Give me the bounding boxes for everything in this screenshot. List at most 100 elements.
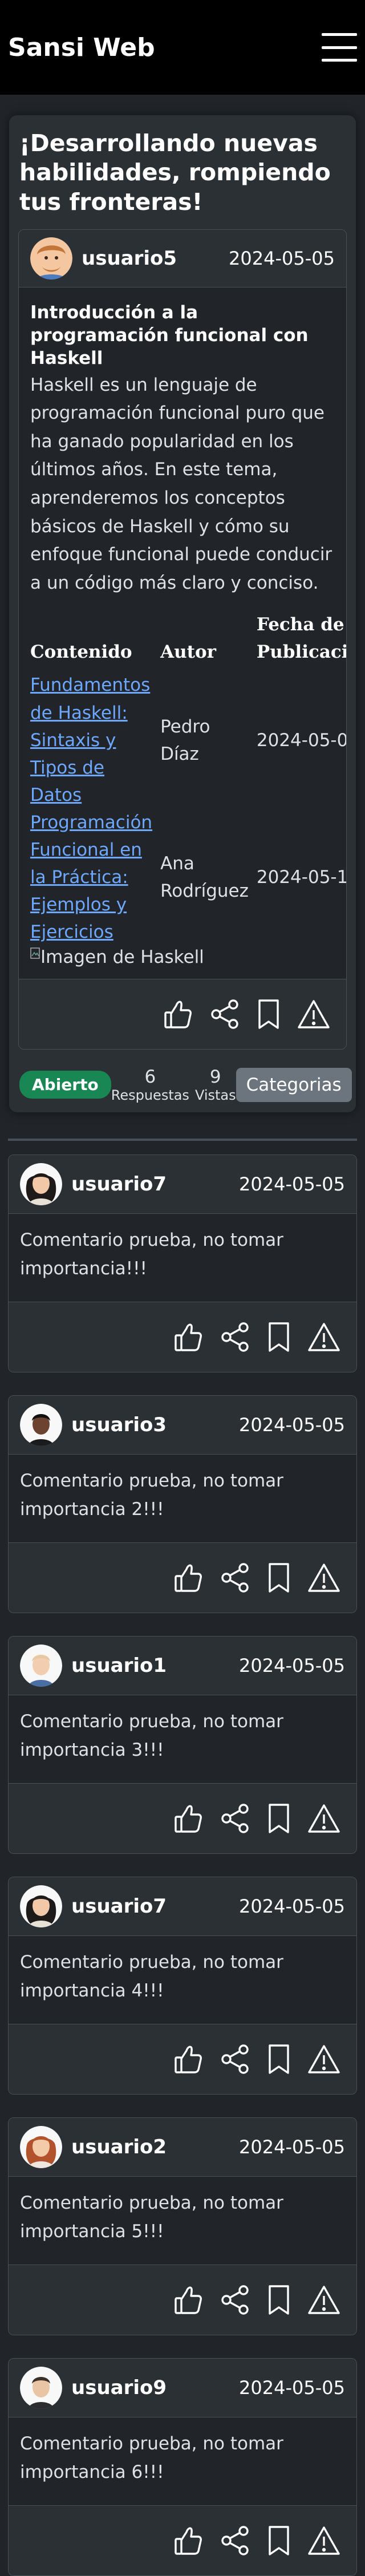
warning-icon[interactable] <box>307 2525 340 2556</box>
content-link[interactable]: Programación Funcional en la Práctica: E… <box>30 812 152 942</box>
bookmark-icon[interactable] <box>267 2285 290 2315</box>
comment-username[interactable]: usuario7 <box>71 1895 167 1918</box>
table-cell-author: Ana Rodríguez <box>160 853 249 901</box>
avatar[interactable] <box>20 1403 62 1446</box>
share-icon[interactable] <box>220 2044 250 2075</box>
warning-icon[interactable] <box>307 2044 340 2075</box>
comment-text: Comentario prueba, no tomar importancia … <box>20 1711 283 1760</box>
warning-icon[interactable] <box>307 1562 340 1593</box>
comment-body: Comentario prueba, no tomar importancia!… <box>9 1213 356 1302</box>
avatar[interactable] <box>20 1885 62 1927</box>
topic-stats: 6 Respuestas 9 Vistas <box>111 1067 236 1103</box>
bookmark-icon[interactable] <box>257 999 280 1030</box>
comment-header: usuario7 2024-05-05 <box>9 1155 356 1214</box>
views-stat: 9 Vistas <box>195 1067 236 1103</box>
comment-card: usuario1 2024-05-05 Comentario prueba, n… <box>8 1635 357 1854</box>
avatar[interactable] <box>20 1163 62 1205</box>
share-icon[interactable] <box>209 999 240 1030</box>
comment-actions <box>9 1542 356 1613</box>
topic-title: ¡Desarrollando nuevas habilidades, rompi… <box>19 129 331 216</box>
comment-header: usuario9 2024-05-05 <box>9 2358 356 2417</box>
table-cell-author: Pedro Díaz <box>160 716 210 764</box>
comment-card: usuario9 2024-05-05 Comentario prueba, n… <box>8 2358 357 2576</box>
bookmark-icon[interactable] <box>267 1322 290 1352</box>
navbar: Sansi Web <box>0 0 365 95</box>
broken-image: Imagen de Haskell <box>30 947 335 967</box>
thumbs-up-icon[interactable] <box>174 2285 202 2315</box>
bookmark-icon[interactable] <box>267 1803 290 1834</box>
avatar[interactable] <box>20 2366 62 2409</box>
comment-actions <box>9 2505 356 2575</box>
comment-text: Comentario prueba, no tomar importancia … <box>20 2433 283 2482</box>
post-date: 2024-05-05 <box>229 247 335 269</box>
share-icon[interactable] <box>220 1322 250 1352</box>
post-text: Haskell es un lenguaje de programación f… <box>30 374 332 593</box>
answers-count: 6 <box>144 1066 156 1087</box>
comment-card: usuario2 2024-05-05 Comentario prueba, n… <box>8 2117 357 2335</box>
content-link[interactable]: Fundamentos de Haskell: Sintaxis y Tipos… <box>30 675 150 805</box>
comment-text: Comentario prueba, no tomar importancia … <box>20 1470 283 1520</box>
comment-header: usuario3 2024-05-05 <box>9 1395 356 1455</box>
thumbs-up-icon[interactable] <box>174 1562 202 1593</box>
share-icon[interactable] <box>220 2285 250 2315</box>
post-subtitle: Introducción a la programación funcional… <box>30 302 309 369</box>
warning-icon[interactable] <box>297 999 330 1030</box>
comment-card: usuario3 2024-05-05 Comentario prueba, n… <box>8 1395 357 1613</box>
comment-actions <box>9 2023 356 2094</box>
comment-actions <box>9 2264 356 2335</box>
comment-date: 2024-05-05 <box>239 1173 345 1195</box>
bookmark-icon[interactable] <box>267 2525 290 2556</box>
comment-username[interactable]: usuario9 <box>71 2376 167 2399</box>
thumbs-up-icon[interactable] <box>174 1322 202 1352</box>
avatar[interactable] <box>20 2125 62 2168</box>
share-icon[interactable] <box>220 1803 250 1834</box>
broken-image-icon <box>30 947 40 959</box>
comment-username[interactable]: usuario2 <box>71 2136 167 2158</box>
topic-card: ¡Desarrollando nuevas habilidades, rompi… <box>9 115 356 1112</box>
table-cell-date: 2024-05-10 <box>256 866 346 888</box>
content-table: Contenido Autor Fecha de Publicación Fun… <box>30 609 346 946</box>
avatar[interactable] <box>30 237 72 280</box>
comment-date: 2024-05-05 <box>239 1895 345 1917</box>
table-header: Fecha de Publicación <box>256 614 346 663</box>
thumbs-up-icon[interactable] <box>174 2525 202 2556</box>
comment-header: usuario2 2024-05-05 <box>9 2117 356 2177</box>
thumbs-up-icon[interactable] <box>174 1803 202 1834</box>
table-row: Fundamentos de Haskell: Sintaxis y Tipos… <box>30 671 346 808</box>
comment-card: usuario7 2024-05-05 Comentario prueba, n… <box>8 1154 357 1372</box>
menu-toggle-icon[interactable] <box>322 33 357 62</box>
comment-actions <box>9 1783 356 1853</box>
share-icon[interactable] <box>220 1562 250 1593</box>
thumbs-up-icon[interactable] <box>164 999 192 1030</box>
comments-list: usuario7 2024-05-05 Comentario prueba, n… <box>0 1154 365 2576</box>
warning-icon[interactable] <box>307 2285 340 2315</box>
comment-header: usuario7 2024-05-05 <box>9 1877 356 1936</box>
image-alt-text: Imagen de Haskell <box>40 946 204 967</box>
warning-icon[interactable] <box>307 1322 340 1352</box>
comment-username[interactable]: usuario7 <box>71 1173 167 1196</box>
topic-meta: Abierto 6 Respuestas 9 Vistas Categorias <box>18 1067 352 1103</box>
bookmark-icon[interactable] <box>267 2044 290 2075</box>
views-label: Vistas <box>194 1087 236 1103</box>
comment-body: Comentario prueba, no tomar importancia … <box>9 1695 356 1783</box>
avatar[interactable] <box>20 1644 62 1687</box>
brand-logo[interactable]: Sansi Web <box>8 33 155 62</box>
answers-stat: 6 Respuestas <box>111 1067 189 1103</box>
answers-label: Respuestas <box>111 1087 189 1103</box>
comment-username[interactable]: usuario3 <box>71 1413 167 1436</box>
post-username[interactable]: usuario5 <box>82 247 177 270</box>
divider <box>8 1138 357 1141</box>
share-icon[interactable] <box>220 2525 250 2556</box>
categories-button[interactable]: Categorias <box>236 1067 352 1102</box>
warning-icon[interactable] <box>307 1803 340 1834</box>
comment-body: Comentario prueba, no tomar importancia … <box>9 1454 356 1542</box>
post-card: usuario5 2024-05-05 Introducción a la pr… <box>18 229 347 1050</box>
post-header: usuario5 2024-05-05 <box>19 229 346 287</box>
comment-username[interactable]: usuario1 <box>71 1654 167 1677</box>
comment-date: 2024-05-05 <box>239 1654 345 1676</box>
thumbs-up-icon[interactable] <box>174 2044 202 2075</box>
comment-date: 2024-05-05 <box>239 2136 345 2158</box>
bookmark-icon[interactable] <box>267 1562 290 1593</box>
status-badge: Abierto <box>19 1071 111 1099</box>
post-actions <box>19 978 346 1049</box>
